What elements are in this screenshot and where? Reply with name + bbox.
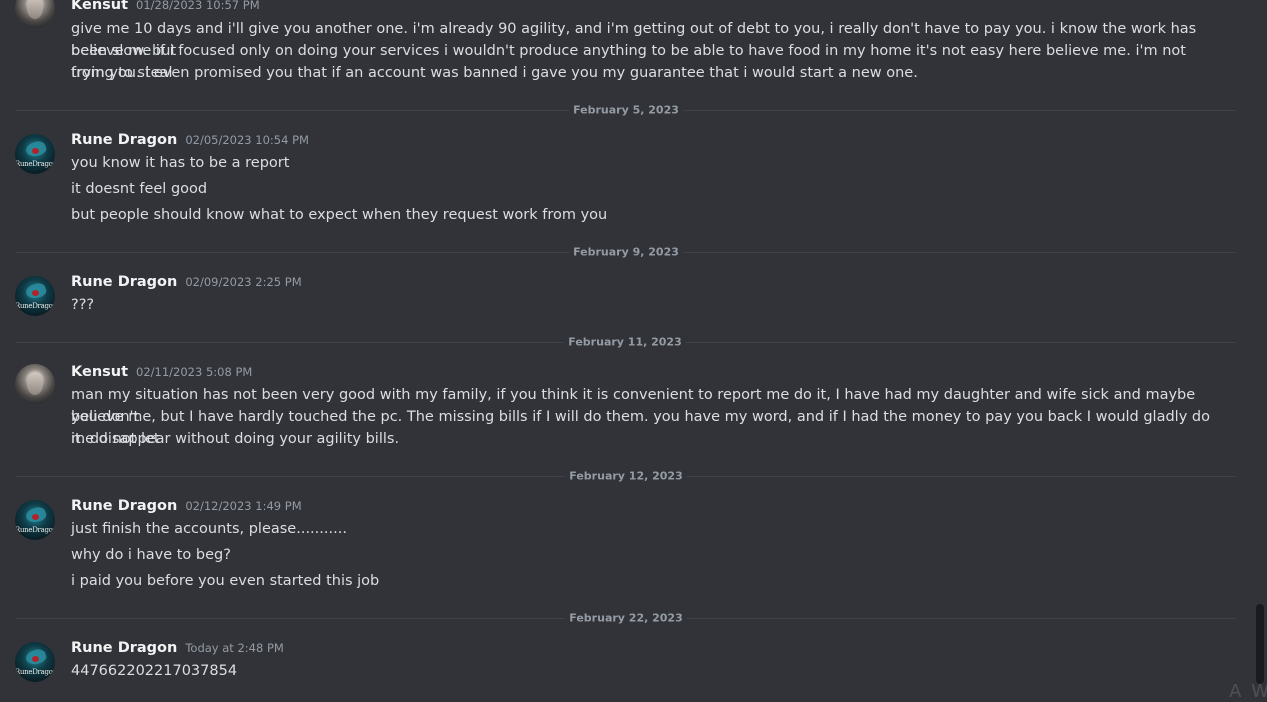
rune-dragon-avatar[interactable]: RuneDragon	[15, 134, 55, 174]
timestamp[interactable]: 02/11/2023 5:08 PM	[136, 365, 252, 379]
rune-dragon-avatar[interactable]: RuneDragon	[15, 642, 55, 682]
username[interactable]: Kensut	[71, 364, 128, 380]
message-text: 447662202217037854	[71, 663, 238, 679]
message-header: Rune Dragon 02/05/2023 10:54 PM	[71, 132, 309, 152]
kensut-avatar[interactable]	[15, 0, 55, 28]
message-header: Rune Dragon Today at 2:48 PM	[71, 640, 284, 660]
username[interactable]: Rune Dragon	[71, 640, 177, 656]
scrollbar-thumb[interactable]	[1256, 604, 1264, 684]
username[interactable]: Rune Dragon	[71, 274, 177, 290]
watermark-text: A W	[1229, 681, 1267, 702]
message-header: Kensut 02/11/2023 5:08 PM	[71, 364, 252, 384]
date-divider-label: February 5, 2023	[569, 103, 683, 117]
rune-dragon-avatar[interactable]: RuneDragon	[15, 500, 55, 540]
message-header: Rune Dragon 02/12/2023 1:49 PM	[71, 498, 302, 518]
scrollbar[interactable]	[1255, 0, 1267, 702]
message-text: ???	[71, 297, 95, 313]
kensut-avatar[interactable]	[15, 364, 55, 404]
username[interactable]: Kensut	[71, 0, 128, 13]
message-text: me disappear without doing your agility …	[71, 431, 400, 447]
timestamp[interactable]: Today at 2:48 PM	[185, 641, 283, 655]
timestamp[interactable]: 01/28/2023 10:57 PM	[136, 0, 260, 12]
username[interactable]: Rune Dragon	[71, 498, 177, 514]
message-text: why do i have to beg?	[71, 547, 231, 563]
message-text: it doesnt feel good	[71, 181, 208, 197]
timestamp[interactable]: 02/12/2023 1:49 PM	[185, 499, 301, 513]
chat-message-list: Kensut 01/28/2023 10:57 PM give me 10 da…	[0, 0, 1267, 702]
timestamp[interactable]: 02/09/2023 2:25 PM	[185, 275, 301, 289]
avatar-logo-text: RuneDragon	[15, 160, 55, 168]
message-text: you know it has to be a report	[71, 155, 290, 171]
date-divider-label: February 22, 2023	[565, 611, 687, 625]
message-text: just finish the accounts, please........…	[71, 521, 347, 537]
date-divider-label: February 9, 2023	[569, 245, 683, 259]
message-text: but people should know what to expect wh…	[71, 207, 608, 223]
timestamp[interactable]: 02/05/2023 10:54 PM	[185, 133, 309, 147]
avatar-logo-text: RuneDragon	[15, 302, 55, 310]
avatar-logo-text: RuneDragon	[15, 668, 55, 676]
date-divider-label: February 11, 2023	[564, 335, 686, 349]
username[interactable]: Rune Dragon	[71, 132, 177, 148]
message-text: from you. i even promised you that if an…	[71, 65, 918, 81]
rune-dragon-avatar[interactable]: RuneDragon	[15, 276, 55, 316]
message-header: Rune Dragon 02/09/2023 2:25 PM	[71, 274, 302, 294]
date-divider-label: February 12, 2023	[565, 469, 687, 483]
avatar-logo-text: RuneDragon	[15, 526, 55, 534]
message-text: i paid you before you even started this …	[71, 573, 380, 589]
message-header: Kensut 01/28/2023 10:57 PM	[71, 0, 260, 17]
